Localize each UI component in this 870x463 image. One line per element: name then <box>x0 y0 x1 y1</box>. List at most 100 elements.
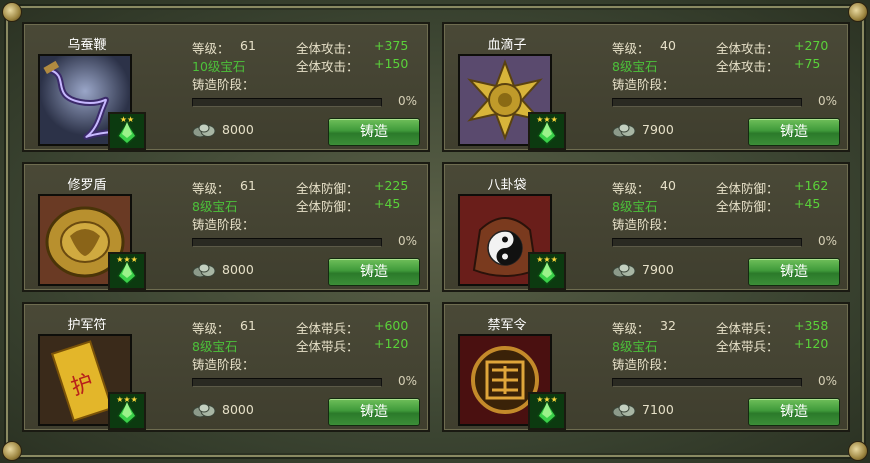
equipment-card: 护军符 护 ★★★ 等级： 61 全体带兵： +600 8级宝石 全体带兵： +… <box>22 302 430 432</box>
gem-requirement: 8级宝石 <box>192 339 238 354</box>
ore-cost: 7900 <box>642 262 674 277</box>
gem-icon: ★★★ <box>530 114 564 148</box>
frame-corner-ornament <box>2 2 22 22</box>
forge-progress-bar <box>612 98 802 107</box>
forge-progress-percent: 0% <box>818 234 838 248</box>
item-name: 乌蚕鞭 <box>67 38 107 53</box>
forge-progress-bar <box>192 378 382 387</box>
ore-icon <box>192 403 216 418</box>
forge-button[interactable]: 铸造 <box>748 118 840 146</box>
gem-requirement: 8级宝石 <box>612 59 658 74</box>
gem-requirement: 8级宝石 <box>612 199 658 214</box>
item-name: 血滴子 <box>487 38 527 53</box>
stat2-label: 全体带兵： <box>716 339 779 354</box>
ore-cost: 8000 <box>222 262 254 277</box>
stat1-bonus: +270 <box>794 38 829 53</box>
equipment-grid: 乌蚕鞭 ★★ 等级： 61 全体攻击： +375 10级宝石 全体攻击： +15… <box>22 22 850 440</box>
ore-cost: 7900 <box>642 122 674 137</box>
frame-corner-ornament <box>2 441 22 461</box>
equipment-card: 乌蚕鞭 ★★ 等级： 61 全体攻击： +375 10级宝石 全体攻击： +15… <box>22 22 430 152</box>
forge-progress-percent: 0% <box>398 234 418 248</box>
gem-requirement: 8级宝石 <box>612 339 658 354</box>
forge-stage-label: 铸造阶段： <box>612 77 675 92</box>
forge-stage-label: 铸造阶段： <box>192 217 255 232</box>
level-label: 等级： <box>192 41 230 56</box>
ore-icon <box>192 263 216 278</box>
forge-button[interactable]: 铸造 <box>328 398 420 426</box>
forge-button[interactable]: 铸造 <box>748 398 840 426</box>
stat2-bonus: +45 <box>374 196 401 211</box>
stat2-bonus: +120 <box>794 336 829 351</box>
level-label: 等级： <box>612 41 650 56</box>
ore-icon <box>612 123 636 138</box>
svg-text:★★★: ★★★ <box>536 115 558 124</box>
equipment-card: 禁军令 ★★★ 等级： 32 全体带兵： +358 8级宝石 全体带兵： +12… <box>442 302 850 432</box>
svg-text:★★★: ★★★ <box>536 395 558 404</box>
level-value: 61 <box>240 178 256 193</box>
level-value: 32 <box>660 318 676 333</box>
item-name: 八卦袋 <box>487 178 527 193</box>
ore-cost: 8000 <box>222 122 254 137</box>
gem-icon: ★★★ <box>530 394 564 428</box>
gem-icon: ★★★ <box>110 254 144 288</box>
gem-icon: ★★★ <box>530 254 564 288</box>
level-label: 等级： <box>192 321 230 336</box>
stat1-label: 全体攻击： <box>716 41 779 56</box>
item-name: 护军符 <box>67 318 107 333</box>
level-value: 61 <box>240 318 256 333</box>
forge-stage-label: 铸造阶段： <box>192 77 255 92</box>
forge-progress-bar <box>192 238 382 247</box>
level-label: 等级： <box>192 181 230 196</box>
level-value: 40 <box>660 178 676 193</box>
gem-slot[interactable]: ★★★ <box>108 252 146 290</box>
level-value: 40 <box>660 38 676 53</box>
stat2-label: 全体防御： <box>716 199 779 214</box>
level-value: 61 <box>240 38 256 53</box>
stat2-label: 全体攻击： <box>716 59 779 74</box>
stat1-bonus: +162 <box>794 178 829 193</box>
gem-slot[interactable]: ★★ <box>108 112 146 150</box>
gem-slot[interactable]: ★★★ <box>528 252 566 290</box>
gem-icon: ★★★ <box>110 394 144 428</box>
level-label: 等级： <box>612 181 650 196</box>
forge-progress-percent: 0% <box>398 374 418 388</box>
ore-icon <box>612 263 636 278</box>
stat2-bonus: +75 <box>794 56 821 71</box>
forge-window: 乌蚕鞭 ★★ 等级： 61 全体攻击： +375 10级宝石 全体攻击： +15… <box>0 0 870 463</box>
frame-corner-ornament <box>848 2 868 22</box>
gem-slot[interactable]: ★★★ <box>528 392 566 430</box>
svg-text:★★: ★★ <box>120 115 134 124</box>
forge-button[interactable]: 铸造 <box>328 258 420 286</box>
gem-slot[interactable]: ★★★ <box>108 392 146 430</box>
forge-progress-percent: 0% <box>818 374 838 388</box>
forge-progress-percent: 0% <box>398 94 418 108</box>
gem-requirement: 8级宝石 <box>192 199 238 214</box>
equipment-card: 八卦袋 ★★★ 等级： 40 全体防御： +162 8级宝石 全体防御： +45… <box>442 162 850 292</box>
equipment-card: 修罗盾 ★★★ 等级： 61 全体防御： +225 8级宝石 全体防御： +45… <box>22 162 430 292</box>
stat2-bonus: +120 <box>374 336 409 351</box>
ore-icon <box>612 403 636 418</box>
stat1-label: 全体带兵： <box>296 321 359 336</box>
stat2-label: 全体带兵： <box>296 339 359 354</box>
stat1-label: 全体攻击： <box>296 41 359 56</box>
ore-cost: 8000 <box>222 402 254 417</box>
forge-button[interactable]: 铸造 <box>328 118 420 146</box>
forge-button[interactable]: 铸造 <box>748 258 840 286</box>
stat2-label: 全体攻击： <box>296 59 359 74</box>
forge-progress-percent: 0% <box>818 94 838 108</box>
stat1-label: 全体防御： <box>716 181 779 196</box>
gem-slot[interactable]: ★★★ <box>528 112 566 150</box>
forge-stage-label: 铸造阶段： <box>612 357 675 372</box>
forge-progress-bar <box>192 98 382 107</box>
stat1-label: 全体带兵： <box>716 321 779 336</box>
item-name: 禁军令 <box>487 318 527 333</box>
stat1-bonus: +600 <box>374 318 409 333</box>
forge-stage-label: 铸造阶段： <box>192 357 255 372</box>
stat2-label: 全体防御： <box>296 199 359 214</box>
svg-text:★★★: ★★★ <box>116 395 138 404</box>
level-label: 等级： <box>612 321 650 336</box>
equipment-card: 血滴子 ★★★ 等级： 40 全体攻击： +270 8级宝石 全体攻击： +75… <box>442 22 850 152</box>
stat1-bonus: +225 <box>374 178 409 193</box>
stat2-bonus: +45 <box>794 196 821 211</box>
stat1-bonus: +375 <box>374 38 409 53</box>
